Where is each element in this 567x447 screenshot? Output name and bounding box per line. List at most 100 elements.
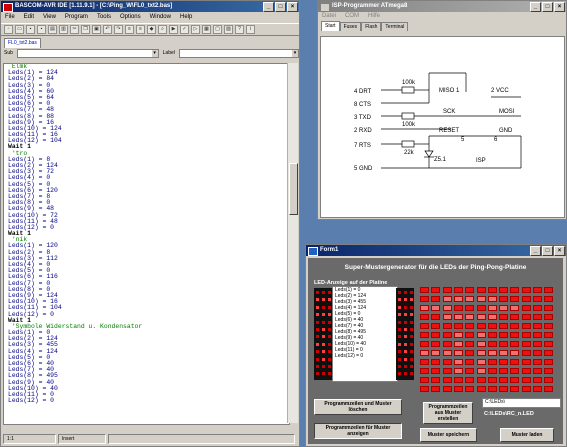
- pattern-led-toggle[interactable]: [476, 341, 486, 347]
- program-lines-listbox[interactable]: Leds(1) = 0 Leds(2) = 124 Leds(3) = 455 Led…: [332, 286, 398, 382]
- pattern-led-toggle[interactable]: [442, 296, 452, 302]
- pattern-led-toggle[interactable]: [487, 287, 497, 293]
- pattern-led-toggle[interactable]: [465, 296, 475, 302]
- pattern-led-toggle[interactable]: [442, 359, 452, 365]
- pattern-led-toggle[interactable]: [533, 377, 542, 383]
- tab-file[interactable]: FL0_txt2.bas: [4, 38, 41, 48]
- isp-minimize-button[interactable]: _: [530, 2, 541, 12]
- cut-icon[interactable]: ✂: [70, 25, 79, 34]
- pattern-led-toggle[interactable]: [499, 359, 509, 365]
- menu-options[interactable]: Options: [120, 12, 141, 23]
- pattern-led-toggle[interactable]: [442, 377, 452, 383]
- tab-terminal[interactable]: Terminal: [381, 22, 409, 31]
- pattern-led-toggle[interactable]: [431, 323, 441, 329]
- menu-program[interactable]: Program: [65, 12, 88, 23]
- pattern-led-toggle[interactable]: [510, 377, 520, 383]
- isp-menu-hilfe[interactable]: Hilfe: [368, 12, 380, 21]
- pattern-led-toggle[interactable]: [420, 314, 429, 320]
- save-icon[interactable]: ▪: [26, 25, 35, 34]
- pattern-led-toggle[interactable]: [533, 368, 542, 374]
- pattern-led-toggle[interactable]: [476, 287, 486, 293]
- pattern-led-toggle[interactable]: [499, 368, 509, 374]
- tab-fuses[interactable]: Fuses: [339, 22, 362, 31]
- pattern-led-toggle[interactable]: [521, 359, 531, 365]
- generate-button[interactable]: Programmzeilen aus Muster erstellen: [423, 402, 473, 424]
- pattern-led-toggle[interactable]: [510, 332, 520, 338]
- pattern-led-toggle[interactable]: [510, 350, 520, 356]
- pattern-led-toggle[interactable]: [476, 368, 486, 374]
- pattern-led-toggle[interactable]: [487, 332, 497, 338]
- print-icon[interactable]: ▤: [48, 25, 57, 34]
- unindent-icon[interactable]: ≡: [136, 25, 145, 34]
- pattern-led-toggle[interactable]: [476, 359, 486, 365]
- pattern-led-toggle[interactable]: [420, 359, 429, 365]
- pattern-led-toggle[interactable]: [510, 341, 520, 347]
- pattern-led-toggle[interactable]: [453, 287, 463, 293]
- pattern-led-toggle[interactable]: [431, 341, 441, 347]
- list-item[interactable]: Leds(12) = 0: [335, 353, 397, 359]
- pattern-led-toggle[interactable]: [544, 350, 554, 356]
- pattern-led-toggle[interactable]: [499, 305, 509, 311]
- isp-menu-datei[interactable]: Datei: [322, 12, 336, 21]
- save-as-icon[interactable]: ▪: [37, 25, 46, 34]
- open-file-icon[interactable]: ▭: [15, 25, 24, 34]
- tab-flash[interactable]: Flash: [361, 22, 382, 31]
- redo-icon[interactable]: ↷: [114, 25, 123, 34]
- pattern-led-toggle[interactable]: [465, 377, 475, 383]
- pattern-led-toggle[interactable]: [521, 296, 531, 302]
- pattern-led-toggle[interactable]: [521, 332, 531, 338]
- pattern-led-toggle[interactable]: [465, 350, 475, 356]
- pattern-led-toggle[interactable]: [431, 305, 441, 311]
- pattern-led-toggle[interactable]: [533, 314, 542, 320]
- pattern-led-toggle[interactable]: [487, 341, 497, 347]
- pattern-led-toggle[interactable]: [499, 323, 509, 329]
- pattern-led-toggle[interactable]: [533, 305, 542, 311]
- pattern-led-toggle[interactable]: [533, 350, 542, 356]
- syntax-check-icon[interactable]: ✓: [180, 25, 189, 34]
- pattern-led-toggle[interactable]: [420, 377, 429, 383]
- pattern-led-toggle[interactable]: [521, 341, 531, 347]
- pattern-led-toggle[interactable]: [521, 350, 531, 356]
- pattern-led-toggle[interactable]: [453, 386, 463, 392]
- pattern-led-toggle[interactable]: [420, 368, 429, 374]
- pattern-led-toggle[interactable]: [465, 359, 475, 365]
- pattern-led-toggle[interactable]: [453, 314, 463, 320]
- pattern-led-toggle[interactable]: [431, 386, 441, 392]
- terminal-icon[interactable]: ▢: [213, 25, 222, 34]
- pattern-led-toggle[interactable]: [544, 323, 554, 329]
- pattern-led-toggle[interactable]: [521, 305, 531, 311]
- form1-minimize-button[interactable]: _: [530, 246, 541, 256]
- pattern-led-toggle[interactable]: [487, 386, 497, 392]
- pattern-led-toggle[interactable]: [442, 332, 452, 338]
- pattern-led-toggle[interactable]: [533, 341, 542, 347]
- pattern-led-toggle[interactable]: [533, 386, 542, 392]
- pattern-led-toggle[interactable]: [544, 314, 554, 320]
- save-pattern-button[interactable]: Muster speichern: [420, 428, 477, 442]
- pattern-led-toggle[interactable]: [544, 332, 554, 338]
- pattern-led-toggle[interactable]: [487, 314, 497, 320]
- pattern-led-toggle[interactable]: [544, 359, 554, 365]
- form1-maximize-button[interactable]: □: [542, 246, 553, 256]
- pattern-led-toggle[interactable]: [487, 368, 497, 374]
- copy-icon[interactable]: ❐: [81, 25, 90, 34]
- pattern-led-toggle[interactable]: [521, 323, 531, 329]
- pattern-led-toggle[interactable]: [431, 359, 441, 365]
- show-button[interactable]: Programmzeilen für Muster anzeigen: [314, 423, 402, 439]
- pattern-led-toggle[interactable]: [487, 377, 497, 383]
- menu-help[interactable]: Help: [180, 12, 192, 23]
- pattern-led-toggle[interactable]: [442, 305, 452, 311]
- pattern-led-toggle[interactable]: [544, 377, 554, 383]
- maximize-button[interactable]: □: [275, 2, 286, 12]
- pattern-led-toggle[interactable]: [465, 386, 475, 392]
- pattern-led-toggle[interactable]: [544, 296, 554, 302]
- isp-maximize-button[interactable]: □: [542, 2, 553, 12]
- scrollbar-thumb[interactable]: [289, 163, 298, 215]
- help-icon[interactable]: ?: [235, 25, 244, 34]
- compile-icon[interactable]: ▶: [169, 25, 178, 34]
- pattern-led-toggle[interactable]: [453, 341, 463, 347]
- pattern-led-toggle[interactable]: [465, 287, 475, 293]
- pattern-led-toggle[interactable]: [442, 323, 452, 329]
- pattern-led-toggle[interactable]: [453, 332, 463, 338]
- pattern-led-toggle[interactable]: [510, 368, 520, 374]
- menu-view[interactable]: View: [43, 12, 56, 23]
